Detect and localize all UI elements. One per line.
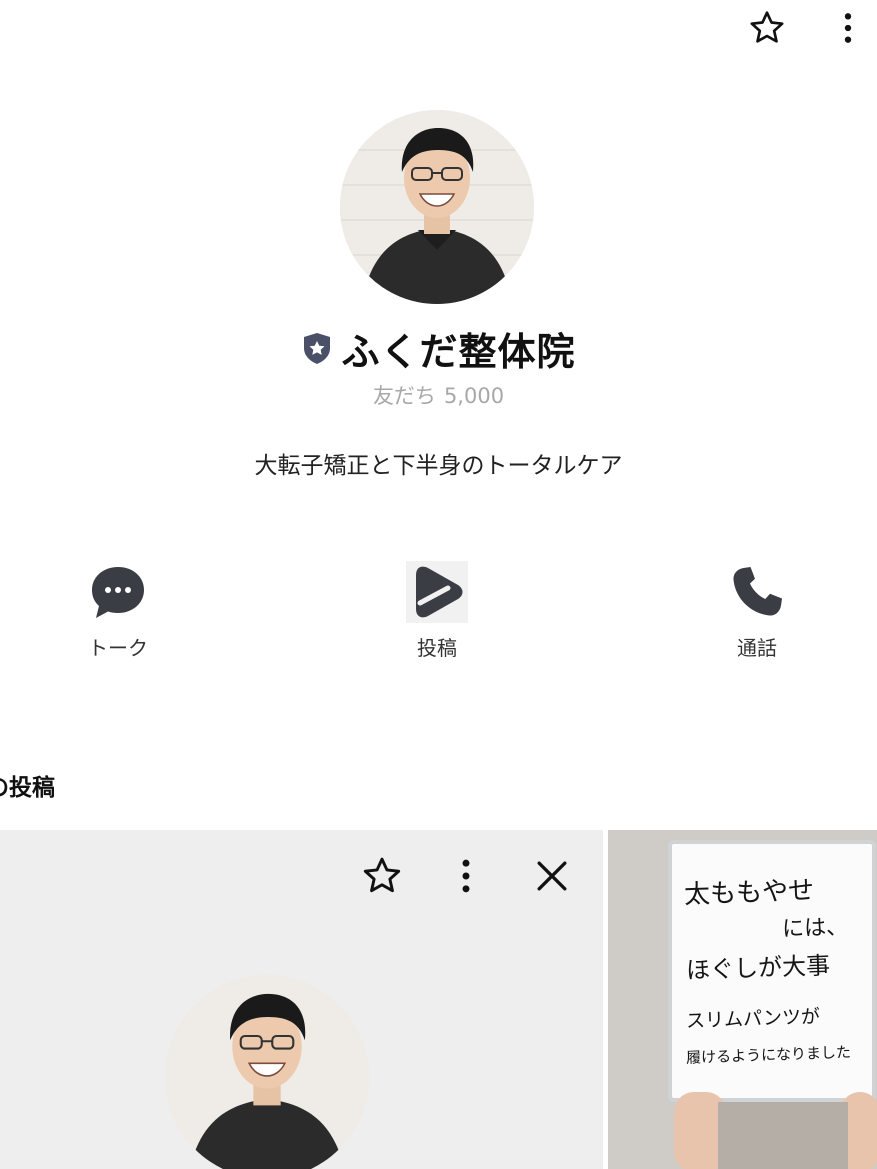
call-button[interactable]: 通話 bbox=[677, 560, 837, 661]
post-avatar-image bbox=[165, 975, 369, 1169]
close-icon bbox=[528, 852, 576, 900]
phone-icon bbox=[725, 560, 789, 624]
verified-shield-icon bbox=[301, 331, 333, 365]
board-line-5: 履けるようになりました bbox=[685, 1043, 852, 1067]
friends-count: 5,000 bbox=[443, 384, 505, 408]
call-label: 通話 bbox=[737, 636, 777, 660]
more-options-icon[interactable] bbox=[826, 6, 870, 50]
board-line-1: 太ももやせ bbox=[683, 875, 815, 911]
board-line-2: には、 bbox=[781, 914, 849, 943]
profile-page: ふくだ整体院 友だち 5,000 大転子矯正と下半身のトータルケア トーク 投稿 … bbox=[0, 0, 877, 1169]
post-thumbnail-1[interactable] bbox=[0, 830, 603, 1169]
profile-description: 大転子矯正と下半身のトータルケア bbox=[254, 453, 623, 479]
whiteboard-image: 太ももやせ には、 ほぐしが大事 スリムパンツが 履けるようになりました bbox=[668, 840, 876, 1102]
talk-label: トーク bbox=[88, 636, 148, 660]
post-thumbnail-2[interactable]: 太ももやせ には、 ほぐしが大事 スリムパンツが 履けるようになりました bbox=[608, 830, 877, 1169]
post-label: 投稿 bbox=[417, 636, 457, 660]
profile-avatar[interactable] bbox=[340, 110, 534, 304]
posts-section-title: の投稿 bbox=[0, 775, 55, 801]
chat-bubble-icon bbox=[86, 560, 150, 624]
account-name: ふくだ整体院 bbox=[341, 329, 576, 374]
star-outline-icon bbox=[358, 852, 406, 900]
friends-label: 友だち bbox=[372, 384, 436, 408]
account-name-row: ふくだ整体院 bbox=[0, 322, 877, 374]
friends-count-row: 友だち 5,000 bbox=[0, 380, 877, 410]
board-line-3: ほぐしが大事 bbox=[685, 951, 831, 985]
post-button[interactable]: 投稿 bbox=[357, 560, 517, 661]
favorite-star-icon[interactable] bbox=[745, 6, 789, 50]
board-line-4: スリムパンツが bbox=[685, 1005, 821, 1033]
talk-button[interactable]: トーク bbox=[38, 560, 198, 661]
post-play-icon bbox=[405, 560, 469, 624]
more-vertical-icon bbox=[442, 852, 490, 900]
sweater bbox=[718, 1102, 848, 1169]
